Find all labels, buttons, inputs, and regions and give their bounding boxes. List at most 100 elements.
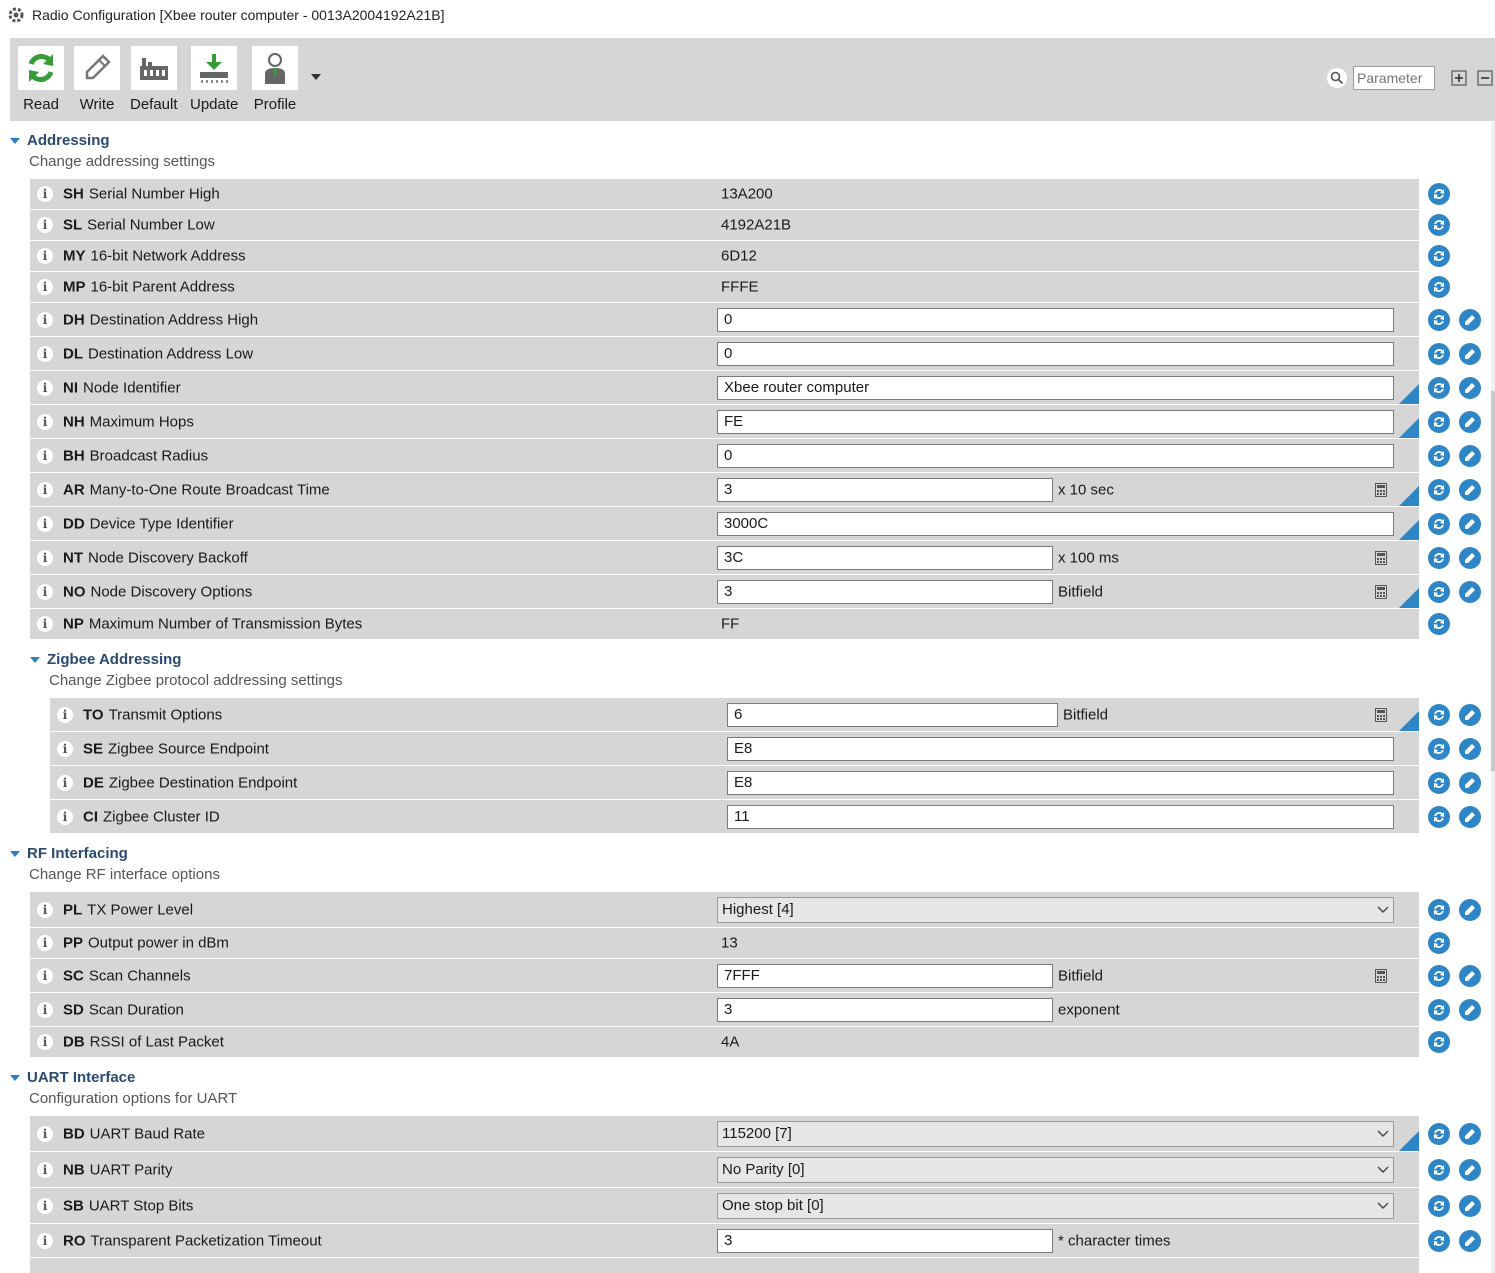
- read-param-button[interactable]: [1428, 1122, 1450, 1145]
- section-addressing[interactable]: Addressing: [10, 132, 110, 149]
- info-icon[interactable]: i: [37, 1161, 53, 1178]
- param-input[interactable]: [717, 341, 1394, 366]
- collapse-arrow-icon[interactable]: [10, 137, 20, 144]
- profile-button[interactable]: Profile: [252, 46, 298, 113]
- write-param-button[interactable]: [1459, 771, 1481, 794]
- calculator-icon[interactable]: [1375, 550, 1387, 565]
- write-param-button[interactable]: [1459, 512, 1481, 535]
- info-icon[interactable]: i: [57, 774, 73, 791]
- read-param-button[interactable]: [1428, 898, 1450, 921]
- calculator-icon[interactable]: [1375, 968, 1387, 983]
- write-param-button[interactable]: [1459, 342, 1481, 365]
- read-param-button[interactable]: [1428, 932, 1450, 954]
- info-icon[interactable]: i: [37, 1232, 53, 1249]
- read-button[interactable]: Read: [18, 46, 64, 113]
- read-param-button[interactable]: [1428, 1194, 1450, 1217]
- write-param-button[interactable]: [1459, 737, 1481, 760]
- write-param-button[interactable]: [1459, 580, 1481, 603]
- info-icon[interactable]: i: [37, 311, 53, 328]
- info-icon[interactable]: i: [37, 1125, 53, 1142]
- calculator-icon[interactable]: [1375, 482, 1387, 497]
- write-param-button[interactable]: [1459, 998, 1481, 1021]
- write-param-button[interactable]: [1459, 1122, 1481, 1145]
- param-input[interactable]: [717, 1228, 1053, 1253]
- info-icon[interactable]: i: [37, 1034, 53, 1050]
- read-param-button[interactable]: [1428, 512, 1450, 535]
- info-icon[interactable]: i: [37, 186, 53, 202]
- read-param-button[interactable]: [1428, 580, 1450, 603]
- info-icon[interactable]: i: [37, 1001, 53, 1018]
- read-param-button[interactable]: [1428, 214, 1450, 236]
- read-param-button[interactable]: [1428, 771, 1450, 794]
- write-param-button[interactable]: [1459, 1229, 1481, 1252]
- param-input[interactable]: [717, 511, 1394, 536]
- param-input[interactable]: [717, 963, 1053, 988]
- param-input[interactable]: [717, 579, 1053, 604]
- write-param-button[interactable]: [1459, 410, 1481, 433]
- read-param-button[interactable]: [1428, 183, 1450, 205]
- collapse-arrow-icon[interactable]: [10, 850, 20, 857]
- param-input[interactable]: [717, 307, 1394, 332]
- read-param-button[interactable]: [1428, 376, 1450, 399]
- param-input[interactable]: [727, 770, 1394, 795]
- info-icon[interactable]: i: [37, 616, 53, 632]
- write-param-button[interactable]: [1459, 1194, 1481, 1217]
- write-param-button[interactable]: [1459, 308, 1481, 331]
- info-icon[interactable]: i: [57, 740, 73, 757]
- param-input[interactable]: [727, 736, 1394, 761]
- info-icon[interactable]: i: [37, 447, 53, 464]
- info-icon[interactable]: i: [37, 481, 53, 498]
- info-icon[interactable]: i: [37, 248, 53, 264]
- read-param-button[interactable]: [1428, 737, 1450, 760]
- param-input[interactable]: [717, 375, 1394, 400]
- read-param-button[interactable]: [1428, 613, 1450, 635]
- write-param-button[interactable]: [1459, 1158, 1481, 1181]
- info-icon[interactable]: i: [57, 808, 73, 825]
- param-select[interactable]: One stop bit [0]: [717, 1192, 1394, 1219]
- read-param-button[interactable]: [1428, 964, 1450, 987]
- info-icon[interactable]: i: [37, 935, 53, 951]
- collapse-arrow-icon[interactable]: [10, 1074, 20, 1081]
- read-param-button[interactable]: [1428, 1229, 1450, 1252]
- info-icon[interactable]: i: [37, 583, 53, 600]
- write-param-button[interactable]: [1459, 703, 1481, 726]
- search-input[interactable]: [1353, 66, 1435, 90]
- collapse-all-icon[interactable]: [1477, 68, 1495, 86]
- scrollbar-thumb[interactable]: [1491, 391, 1495, 771]
- read-param-button[interactable]: [1428, 998, 1450, 1021]
- param-select[interactable]: No Parity [0]: [717, 1156, 1394, 1183]
- update-button[interactable]: Update: [190, 46, 238, 113]
- expand-all-icon[interactable]: [1451, 68, 1469, 86]
- param-input[interactable]: [717, 997, 1053, 1022]
- read-param-button[interactable]: [1428, 444, 1450, 467]
- read-param-button[interactable]: [1428, 805, 1450, 828]
- info-icon[interactable]: i: [57, 706, 73, 723]
- read-param-button[interactable]: [1428, 308, 1450, 331]
- write-param-button[interactable]: [1459, 546, 1481, 569]
- param-input[interactable]: [717, 477, 1053, 502]
- param-input[interactable]: [717, 545, 1053, 570]
- param-input[interactable]: [727, 804, 1394, 829]
- calculator-icon[interactable]: [1375, 584, 1387, 599]
- default-button[interactable]: Default: [130, 46, 178, 113]
- write-param-button[interactable]: [1459, 805, 1481, 828]
- profile-dropdown-icon[interactable]: [310, 70, 322, 82]
- read-param-button[interactable]: [1428, 1031, 1450, 1053]
- section-zigbee-addressing[interactable]: Zigbee Addressing: [30, 651, 181, 668]
- param-input[interactable]: [717, 443, 1394, 468]
- info-icon[interactable]: i: [37, 967, 53, 984]
- info-icon[interactable]: i: [37, 345, 53, 362]
- write-button[interactable]: Write: [74, 46, 120, 113]
- read-param-button[interactable]: [1428, 546, 1450, 569]
- info-icon[interactable]: i: [37, 217, 53, 233]
- param-input[interactable]: [727, 702, 1058, 727]
- read-param-button[interactable]: [1428, 703, 1450, 726]
- write-param-button[interactable]: [1459, 478, 1481, 501]
- vertical-scrollbar[interactable]: [1491, 121, 1495, 1273]
- read-param-button[interactable]: [1428, 410, 1450, 433]
- read-param-button[interactable]: [1428, 342, 1450, 365]
- param-input[interactable]: [717, 409, 1394, 434]
- section-uart-interface[interactable]: UART Interface: [10, 1069, 135, 1086]
- write-param-button[interactable]: [1459, 964, 1481, 987]
- info-icon[interactable]: i: [37, 901, 53, 918]
